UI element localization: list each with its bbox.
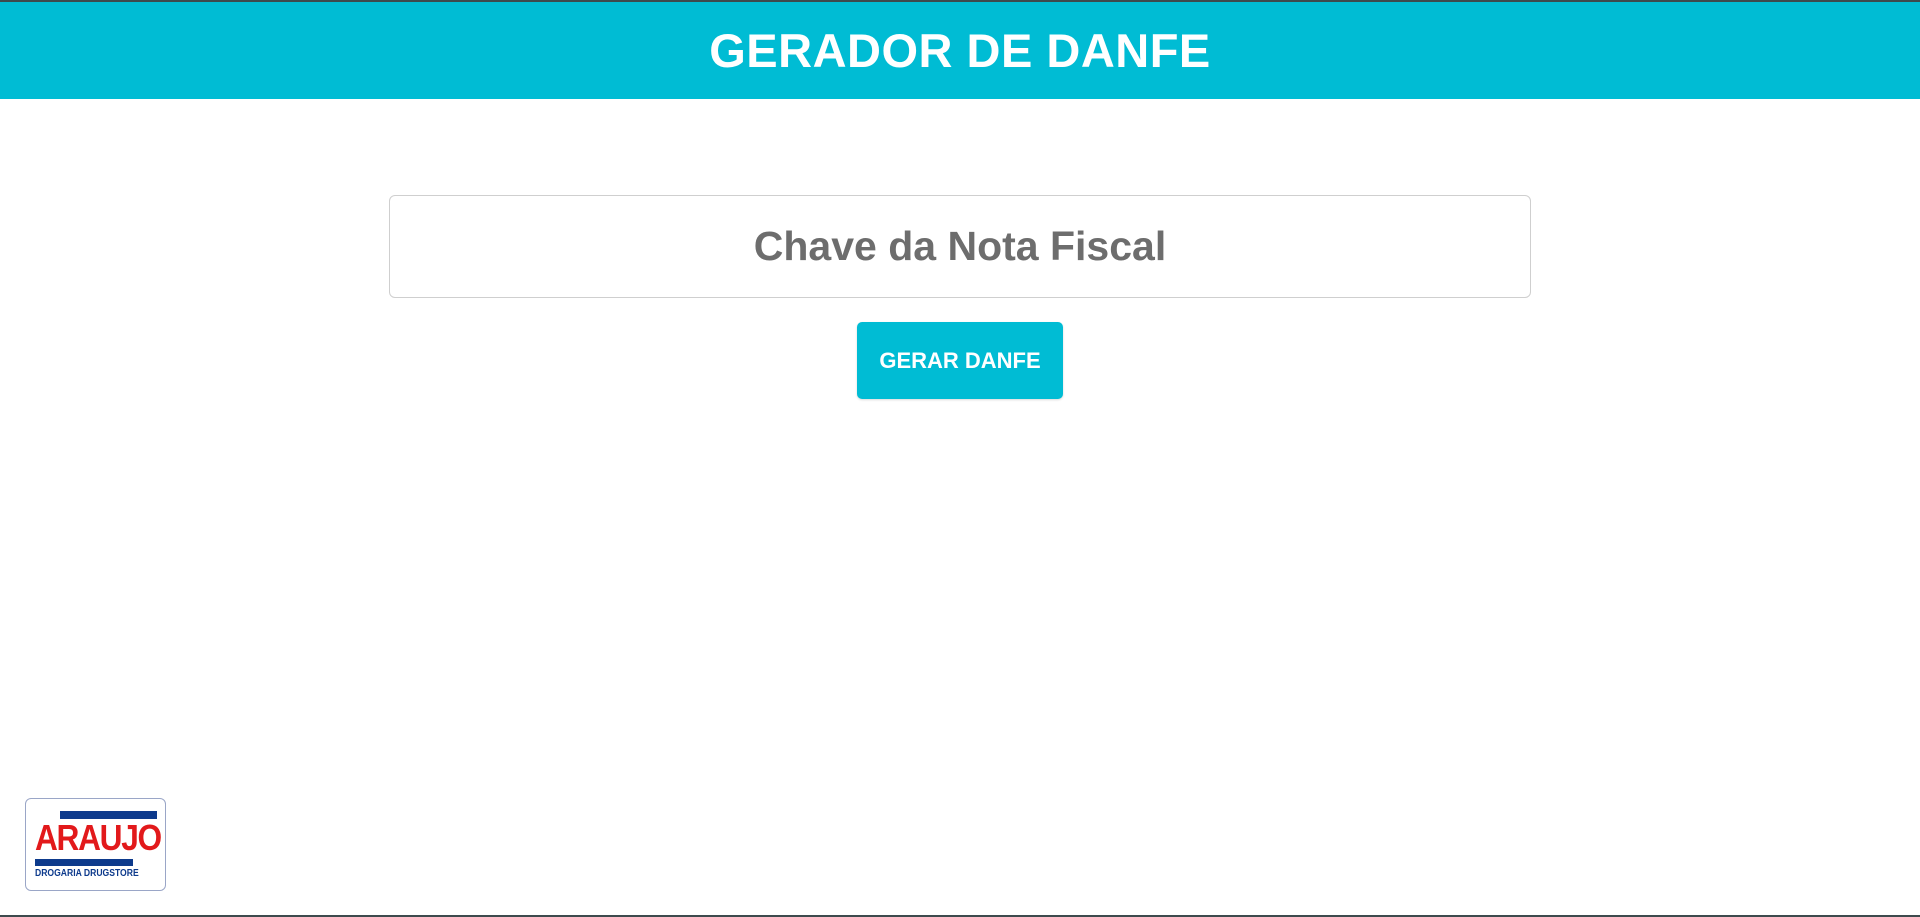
logo-bottom-stripe [35, 859, 133, 866]
generate-danfe-button[interactable]: GERAR DANFE [857, 322, 1063, 399]
page-title: GERADOR DE DANFE [709, 24, 1211, 77]
araujo-logo: ARAUJO DROGARIA DRUGSTORE [25, 798, 166, 891]
logo-brand-text: ARAUJO [35, 817, 162, 858]
logo-subtitle: DROGARIA DRUGSTORE [35, 868, 139, 879]
app-header: GERADOR DE DANFE [0, 2, 1920, 99]
invoice-key-input[interactable] [389, 195, 1531, 298]
page: GERADOR DE DANFE GERAR DANFE ARAUJO DROG… [0, 0, 1920, 917]
